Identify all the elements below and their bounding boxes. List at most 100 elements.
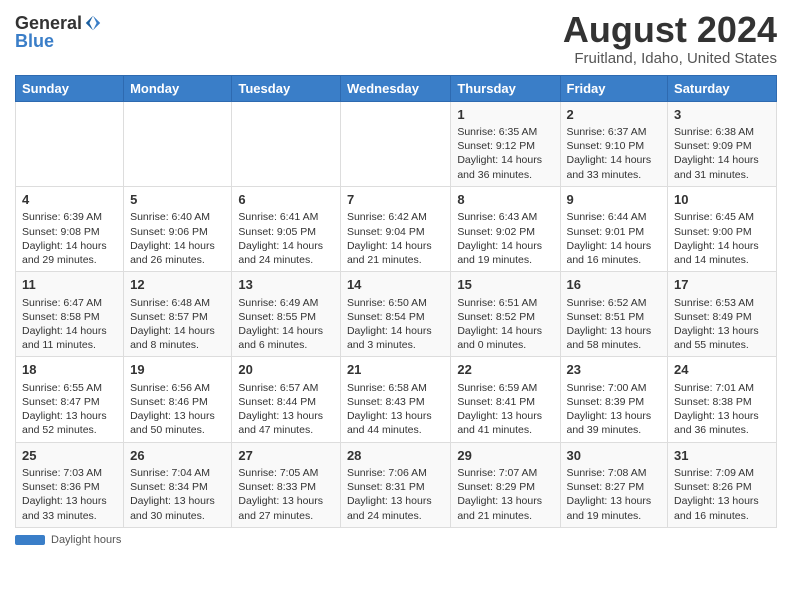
day-info: Daylight: 13 hours and 33 minutes.	[22, 494, 117, 522]
calendar-week-3: 11Sunrise: 6:47 AMSunset: 8:58 PMDayligh…	[16, 272, 777, 357]
calendar-cell: 25Sunrise: 7:03 AMSunset: 8:36 PMDayligh…	[16, 442, 124, 527]
day-info: Sunset: 8:31 PM	[347, 480, 444, 494]
day-number: 22	[457, 361, 553, 379]
calendar-week-2: 4Sunrise: 6:39 AMSunset: 9:08 PMDaylight…	[16, 186, 777, 271]
day-info: Sunrise: 6:53 AM	[674, 296, 770, 310]
day-number: 6	[238, 191, 334, 209]
logo: General Blue	[15, 14, 102, 50]
day-number: 9	[567, 191, 662, 209]
day-info: Sunrise: 6:52 AM	[567, 296, 662, 310]
day-number: 15	[457, 276, 553, 294]
day-number: 14	[347, 276, 444, 294]
day-number: 13	[238, 276, 334, 294]
day-info: Sunrise: 6:47 AM	[22, 296, 117, 310]
day-number: 16	[567, 276, 662, 294]
calendar-week-1: 1Sunrise: 6:35 AMSunset: 9:12 PMDaylight…	[16, 101, 777, 186]
day-info: Daylight: 13 hours and 41 minutes.	[457, 409, 553, 437]
day-info: Daylight: 13 hours and 52 minutes.	[22, 409, 117, 437]
calendar-cell: 12Sunrise: 6:48 AMSunset: 8:57 PMDayligh…	[124, 272, 232, 357]
calendar-header-saturday: Saturday	[668, 75, 777, 101]
day-number: 30	[567, 447, 662, 465]
day-info: Sunset: 8:41 PM	[457, 395, 553, 409]
day-number: 8	[457, 191, 553, 209]
day-info: Sunset: 8:33 PM	[238, 480, 334, 494]
calendar-header-tuesday: Tuesday	[232, 75, 341, 101]
day-info: Sunrise: 6:38 AM	[674, 125, 770, 139]
day-info: Daylight: 14 hours and 14 minutes.	[674, 239, 770, 267]
day-info: Sunset: 8:58 PM	[22, 310, 117, 324]
day-info: Sunset: 9:06 PM	[130, 225, 225, 239]
calendar-header-row: SundayMondayTuesdayWednesdayThursdayFrid…	[16, 75, 777, 101]
calendar-cell	[232, 101, 341, 186]
calendar-cell: 14Sunrise: 6:50 AMSunset: 8:54 PMDayligh…	[340, 272, 450, 357]
calendar-cell: 8Sunrise: 6:43 AMSunset: 9:02 PMDaylight…	[451, 186, 560, 271]
day-info: Sunrise: 6:37 AM	[567, 125, 662, 139]
logo-icon	[84, 14, 102, 32]
day-number: 23	[567, 361, 662, 379]
month-title: August 2024	[563, 10, 777, 50]
day-info: Sunrise: 6:44 AM	[567, 210, 662, 224]
calendar-week-5: 25Sunrise: 7:03 AMSunset: 8:36 PMDayligh…	[16, 442, 777, 527]
day-info: Daylight: 13 hours and 24 minutes.	[347, 494, 444, 522]
day-info: Sunrise: 6:40 AM	[130, 210, 225, 224]
calendar-cell: 24Sunrise: 7:01 AMSunset: 8:38 PMDayligh…	[668, 357, 777, 442]
calendar: SundayMondayTuesdayWednesdayThursdayFrid…	[15, 75, 777, 528]
day-number: 2	[567, 106, 662, 124]
day-info: Sunrise: 7:04 AM	[130, 466, 225, 480]
calendar-cell: 5Sunrise: 6:40 AMSunset: 9:06 PMDaylight…	[124, 186, 232, 271]
day-info: Sunrise: 7:05 AM	[238, 466, 334, 480]
day-info: Sunset: 8:26 PM	[674, 480, 770, 494]
day-info: Sunrise: 6:45 AM	[674, 210, 770, 224]
day-info: Sunrise: 6:42 AM	[347, 210, 444, 224]
day-info: Daylight: 14 hours and 6 minutes.	[238, 324, 334, 352]
calendar-cell: 17Sunrise: 6:53 AMSunset: 8:49 PMDayligh…	[668, 272, 777, 357]
day-number: 27	[238, 447, 334, 465]
day-number: 18	[22, 361, 117, 379]
day-info: Daylight: 13 hours and 44 minutes.	[347, 409, 444, 437]
header: General Blue August 2024 Fruitland, Idah…	[15, 10, 777, 67]
day-info: Daylight: 13 hours and 30 minutes.	[130, 494, 225, 522]
day-number: 17	[674, 276, 770, 294]
day-info: Sunset: 9:01 PM	[567, 225, 662, 239]
daylight-bar-icon	[15, 535, 45, 545]
day-info: Sunset: 8:34 PM	[130, 480, 225, 494]
calendar-cell: 4Sunrise: 6:39 AMSunset: 9:08 PMDaylight…	[16, 186, 124, 271]
day-info: Daylight: 14 hours and 31 minutes.	[674, 153, 770, 181]
day-info: Sunset: 8:36 PM	[22, 480, 117, 494]
title-area: August 2024 Fruitland, Idaho, United Sta…	[563, 10, 777, 67]
calendar-week-4: 18Sunrise: 6:55 AMSunset: 8:47 PMDayligh…	[16, 357, 777, 442]
day-info: Daylight: 14 hours and 36 minutes.	[457, 153, 553, 181]
day-info: Daylight: 13 hours and 58 minutes.	[567, 324, 662, 352]
day-info: Sunset: 8:54 PM	[347, 310, 444, 324]
day-info: Sunset: 9:04 PM	[347, 225, 444, 239]
day-number: 10	[674, 191, 770, 209]
day-info: Sunrise: 7:03 AM	[22, 466, 117, 480]
calendar-cell: 10Sunrise: 6:45 AMSunset: 9:00 PMDayligh…	[668, 186, 777, 271]
day-info: Daylight: 13 hours and 16 minutes.	[674, 494, 770, 522]
calendar-cell: 15Sunrise: 6:51 AMSunset: 8:52 PMDayligh…	[451, 272, 560, 357]
day-info: Daylight: 13 hours and 50 minutes.	[130, 409, 225, 437]
day-number: 26	[130, 447, 225, 465]
day-info: Daylight: 14 hours and 26 minutes.	[130, 239, 225, 267]
day-info: Daylight: 14 hours and 11 minutes.	[22, 324, 117, 352]
day-info: Sunset: 8:52 PM	[457, 310, 553, 324]
day-info: Sunrise: 7:06 AM	[347, 466, 444, 480]
day-number: 4	[22, 191, 117, 209]
calendar-cell: 30Sunrise: 7:08 AMSunset: 8:27 PMDayligh…	[560, 442, 668, 527]
day-number: 24	[674, 361, 770, 379]
day-info: Sunset: 9:10 PM	[567, 139, 662, 153]
day-info: Daylight: 13 hours and 47 minutes.	[238, 409, 334, 437]
day-info: Daylight: 14 hours and 33 minutes.	[567, 153, 662, 181]
calendar-cell: 1Sunrise: 6:35 AMSunset: 9:12 PMDaylight…	[451, 101, 560, 186]
day-info: Daylight: 14 hours and 16 minutes.	[567, 239, 662, 267]
day-number: 3	[674, 106, 770, 124]
calendar-cell: 22Sunrise: 6:59 AMSunset: 8:41 PMDayligh…	[451, 357, 560, 442]
day-info: Daylight: 14 hours and 24 minutes.	[238, 239, 334, 267]
calendar-cell: 26Sunrise: 7:04 AMSunset: 8:34 PMDayligh…	[124, 442, 232, 527]
calendar-cell: 20Sunrise: 6:57 AMSunset: 8:44 PMDayligh…	[232, 357, 341, 442]
day-number: 31	[674, 447, 770, 465]
day-info: Sunrise: 6:50 AM	[347, 296, 444, 310]
day-info: Sunset: 8:46 PM	[130, 395, 225, 409]
day-info: Sunset: 8:49 PM	[674, 310, 770, 324]
calendar-cell: 23Sunrise: 7:00 AMSunset: 8:39 PMDayligh…	[560, 357, 668, 442]
